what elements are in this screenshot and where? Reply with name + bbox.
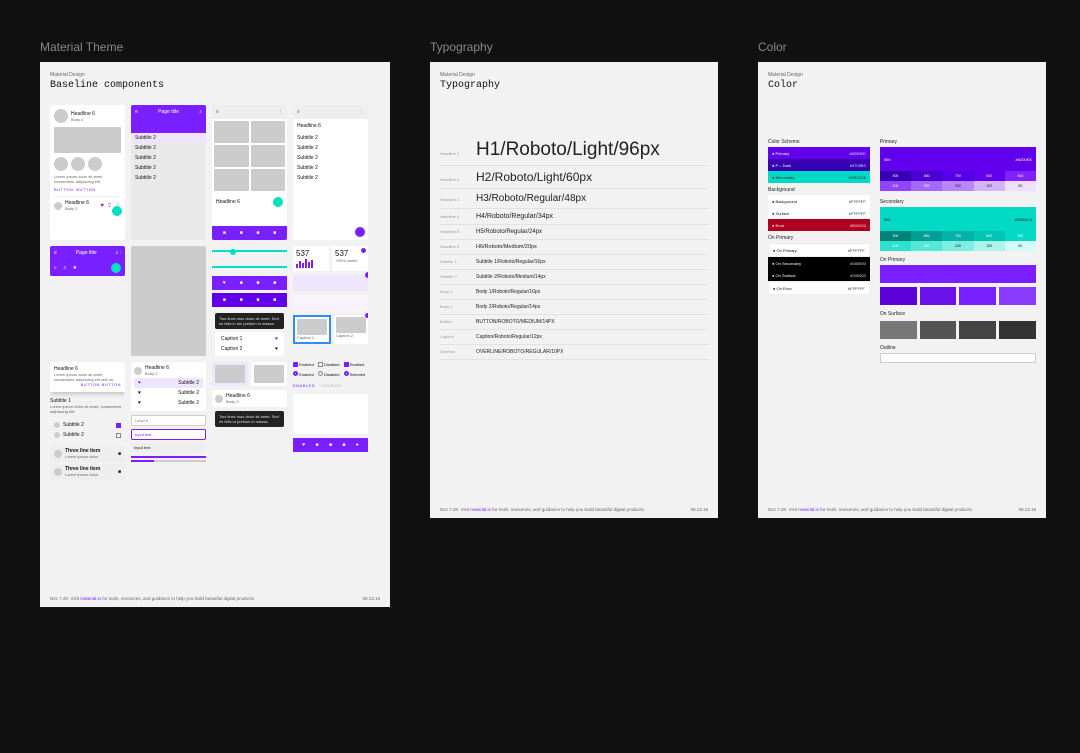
shade-100: 100 bbox=[974, 241, 1005, 251]
shade-100: 100 bbox=[974, 181, 1005, 191]
type-row: OverlineOVERLINE/ROBOTO/REGULAR/10PX bbox=[440, 345, 708, 360]
sheet-typography[interactable]: Material Design Typography Headline 1H1/… bbox=[430, 62, 718, 518]
card-button[interactable]: BUTTON bbox=[54, 187, 73, 192]
shade-300: 300 bbox=[911, 181, 942, 191]
shade-400: 400 bbox=[880, 181, 911, 191]
card-headline: Headline 6 bbox=[71, 111, 95, 117]
metric-a: 537 bbox=[296, 249, 326, 258]
design-canvas: Material Theme Material Design Baseline … bbox=[40, 40, 1040, 607]
shade-50: 50 bbox=[1005, 181, 1036, 191]
enabled-button[interactable]: ENABLED bbox=[293, 383, 315, 388]
text-input[interactable]: Input text bbox=[131, 429, 206, 440]
menu-icon[interactable] bbox=[135, 109, 138, 115]
sheet-color[interactable]: Material Design Color Color Scheme ● Pri… bbox=[758, 62, 1046, 518]
type-row: Body 1Body 1/Roboto/Regular/16px bbox=[440, 285, 708, 300]
column-label: Material Theme bbox=[40, 40, 390, 54]
shade-300: 300 bbox=[911, 241, 942, 251]
type-row: Headline 4H4/Roboto/Regular/34px bbox=[440, 209, 708, 225]
tile-top-appbar: Page title ♫★ bbox=[50, 246, 125, 276]
column-theme: Material Theme Material Design Baseline … bbox=[40, 40, 390, 607]
shade-900: 900 bbox=[880, 231, 911, 241]
shade-500: 500 bbox=[1005, 231, 1036, 241]
shade-800: 800 bbox=[911, 171, 942, 181]
swatch: ● Surface#FFFFFF bbox=[768, 207, 870, 219]
sheet-kicker: Material Design bbox=[50, 72, 380, 78]
type-row: Headline 3H3/Roboto/Regular/48px bbox=[440, 189, 708, 209]
tile-list-inputs: Headline 6Body 2 Subtitle 2 Subtitle 2 S… bbox=[131, 362, 206, 492]
swatch: ● Background#FFFFFF bbox=[768, 195, 870, 207]
column-label: Typography bbox=[430, 40, 718, 54]
more-icon[interactable] bbox=[278, 109, 283, 115]
shade-600: 600 bbox=[974, 171, 1005, 181]
swatch: ● Primary#6200EE bbox=[768, 147, 870, 159]
type-row: Headline 1H1/Roboto/Light/96px bbox=[440, 135, 708, 166]
tile-drawer: Page title Subtitle 2 Subtitle 2 Subtitl… bbox=[131, 105, 206, 240]
shade-800: 800 bbox=[911, 231, 942, 241]
sheet-material-theme[interactable]: Material Design Baseline components Head… bbox=[40, 62, 390, 607]
tile-image-placeholder bbox=[131, 246, 206, 356]
type-row: ButtonBUTTON/ROBOTO/MEDIUM/14PX bbox=[440, 315, 708, 330]
type-row: Headline 5H5/Roboto/Regular/24px bbox=[440, 225, 708, 240]
swatch: ● Error#B00020 bbox=[768, 219, 870, 231]
tile-settings-list: Headline 6 Subtitle 2 Subtitle 2 Subtitl… bbox=[293, 105, 368, 240]
sheet-title: Baseline components bbox=[50, 80, 380, 91]
menu-icon[interactable] bbox=[297, 109, 300, 115]
swatch: ● P – Dark#3700B3 bbox=[768, 159, 870, 171]
swatch: ● Secondary#03DAC6 bbox=[768, 171, 870, 183]
swatch: ● On Primary#FFFFFF bbox=[768, 243, 870, 257]
shade-50: 50 bbox=[1005, 241, 1036, 251]
tile-dialogs: Headline 6 Lorem ipsum dolor sit amet, c… bbox=[50, 362, 125, 492]
swatch: ● On Error#FFFFFF bbox=[768, 281, 870, 295]
share-icon[interactable] bbox=[107, 202, 112, 209]
type-row: Subtitle 2Subtitle 2/Roboto/Medium/14px bbox=[440, 270, 708, 285]
swatch: ● On Secondary#000000 bbox=[768, 257, 870, 269]
tile-cards-checks: Headline 6Body 2 Two lines max dolor sit… bbox=[212, 362, 287, 492]
card-body: Body 2 bbox=[71, 117, 95, 122]
shade-700: 700 bbox=[942, 231, 973, 241]
heart-icon[interactable] bbox=[100, 203, 104, 209]
shade-200: 200 bbox=[942, 181, 973, 191]
type-row: CaptionCaption/Roboto/Regular/12px bbox=[440, 330, 708, 345]
footer-link[interactable]: material.io bbox=[80, 596, 101, 601]
page-title: Page title bbox=[158, 109, 179, 115]
column-label: Color bbox=[758, 40, 1046, 54]
tile-metrics: 537 537 +25% month Caption 1 bbox=[293, 246, 368, 356]
shade-400: 400 bbox=[880, 241, 911, 251]
snackbar: Two lines max dolor sit amet. Sed mi fel… bbox=[215, 313, 284, 329]
shade-600: 600 bbox=[974, 231, 1005, 241]
tile-image-grid: Headline 6 ■■■■ bbox=[212, 105, 287, 240]
shade-200: 200 bbox=[942, 241, 973, 251]
color-columns: Color Scheme ● Primary#6200EE● P – Dark#… bbox=[768, 135, 1036, 363]
filled-input[interactable]: Input text bbox=[131, 443, 206, 452]
shade-500: 500 bbox=[1005, 171, 1036, 181]
tile-card: Headline 6 Body 2 Lorem ipsum dolor sit … bbox=[50, 105, 125, 240]
type-row: Subtitle 1Subtitle 1/Roboto/Regular/16px bbox=[440, 255, 708, 270]
column-typography: Typography Material Design Typography He… bbox=[430, 40, 718, 518]
tile-controls: Enabled Disabled Enabled Enabled Disable… bbox=[293, 362, 368, 492]
sheet-footer: Dec 7.20 Visit material.io for tools, re… bbox=[50, 596, 380, 601]
disabled-button: DISABLED bbox=[321, 383, 341, 388]
dropdown[interactable]: Label ▾ bbox=[131, 415, 206, 426]
component-tiles: Headline 6 Body 2 Lorem ipsum dolor sit … bbox=[50, 105, 380, 492]
type-scale: Headline 1H1/Roboto/Light/96pxHeadline 2… bbox=[440, 135, 708, 360]
tile-toolbars: ■■■ ■■■■ Two lines max dolor sit amet. S… bbox=[212, 246, 287, 356]
type-row: Body 2Body 2/Roboto/Regular/14px bbox=[440, 300, 708, 315]
swatch: ● On Surface#000000 bbox=[768, 269, 870, 281]
search-icon[interactable] bbox=[199, 109, 202, 115]
type-row: Headline 6H6/Roboto/Medium/20px bbox=[440, 240, 708, 255]
shade-700: 700 bbox=[942, 171, 973, 181]
type-row: Headline 2H2/Roboto/Light/60px bbox=[440, 166, 708, 189]
shade-900: 900 bbox=[880, 171, 911, 181]
column-color: Color Material Design Color Color Scheme… bbox=[758, 40, 1046, 518]
menu-icon[interactable] bbox=[216, 109, 219, 115]
